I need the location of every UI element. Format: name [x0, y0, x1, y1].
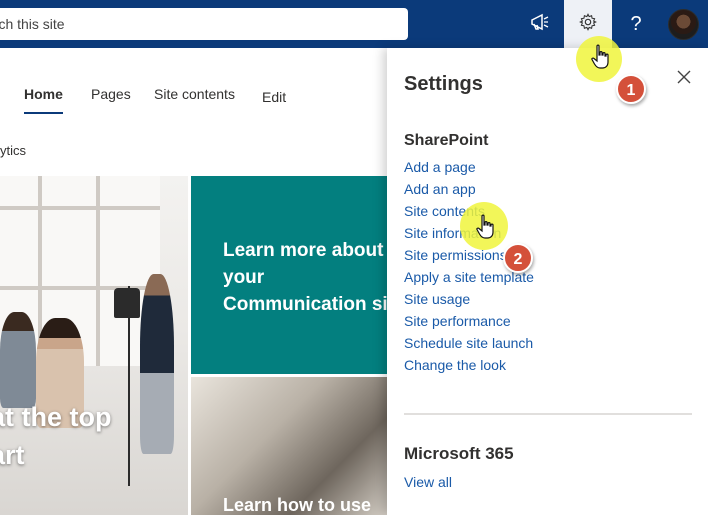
- nav-home-underline: [24, 112, 63, 114]
- floor-lamp-pole: [128, 286, 130, 486]
- step2-badge: 2: [503, 243, 533, 273]
- hero-architecture-tile[interactable]: Learn how to use: [191, 377, 391, 515]
- hero-teal-tile[interactable]: Learn more about your Communication si: [191, 176, 391, 374]
- megaphone-icon: [530, 13, 550, 36]
- hero-photo-tile[interactable]: at the top art: [0, 176, 188, 515]
- analytics-link[interactable]: ytics: [0, 143, 26, 158]
- teal-tile-heading-line1: Learn more about: [223, 240, 384, 261]
- avatar[interactable]: [668, 9, 699, 40]
- nav-pages[interactable]: Pages: [91, 86, 131, 102]
- menu-item-add-page[interactable]: Add a page: [404, 156, 534, 178]
- nav-home[interactable]: Home: [24, 86, 63, 102]
- site-navigation: Home Pages Site contents Edit: [0, 48, 390, 148]
- floor-lamp-image: [114, 288, 140, 318]
- hero-photo-heading-line1: at the top: [0, 402, 112, 432]
- settings-panel: Settings SharePoint Add a page Add an ap…: [387, 48, 708, 515]
- menu-item-change-the-look[interactable]: Change the look: [404, 354, 534, 376]
- menu-item-schedule-site-launch[interactable]: Schedule site launch: [404, 332, 534, 354]
- teal-tile-heading-line2: your: [223, 267, 265, 288]
- menu-item-site-usage[interactable]: Site usage: [404, 288, 534, 310]
- menu-item-site-performance[interactable]: Site performance: [404, 310, 534, 332]
- menu-item-add-app[interactable]: Add an app: [404, 178, 534, 200]
- sharepoint-section-heading: SharePoint: [404, 132, 489, 149]
- help-icon: ?: [630, 12, 642, 35]
- close-panel-button[interactable]: [674, 68, 694, 88]
- settings-panel-title: Settings: [404, 73, 483, 95]
- search-input[interactable]: [0, 8, 400, 40]
- panel-divider: [404, 413, 692, 415]
- arch-tile-heading: Learn how to use: [223, 495, 372, 515]
- step1-badge: 1: [616, 74, 646, 104]
- nav-site-contents[interactable]: Site contents: [154, 86, 235, 102]
- person-laptop-image: [0, 312, 36, 408]
- search-box[interactable]: arch this site: [0, 8, 408, 40]
- sharepoint-site-window: arch this site ?: [0, 0, 708, 515]
- hand-cursor-icon: [590, 44, 612, 70]
- hand-cursor-icon: [475, 214, 497, 240]
- feedback-button[interactable]: [516, 0, 564, 48]
- close-icon: [677, 67, 691, 89]
- teal-tile-heading-line3: Communication si: [223, 294, 388, 315]
- gear-icon: [579, 12, 597, 36]
- nav-edit[interactable]: Edit: [262, 89, 286, 105]
- hero-photo-heading-line2: art: [0, 440, 25, 470]
- view-all-link[interactable]: View all: [404, 474, 452, 490]
- person-standing-image: [140, 274, 174, 454]
- microsoft-365-section-heading: Microsoft 365: [404, 444, 514, 463]
- help-button[interactable]: ?: [612, 0, 660, 48]
